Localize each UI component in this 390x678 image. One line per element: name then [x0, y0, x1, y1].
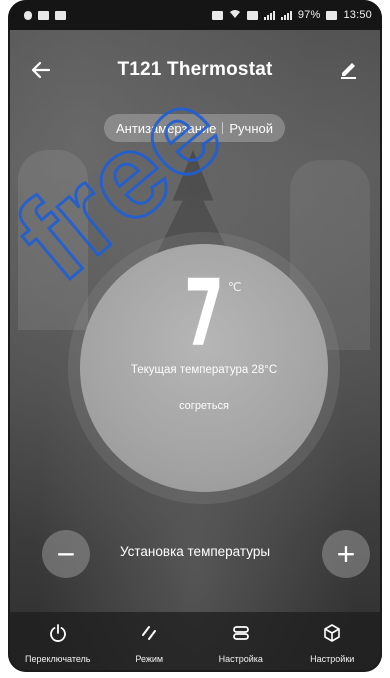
nav-item-adjust[interactable]: Настройка	[195, 612, 287, 672]
nav-label-adjust: Настройка	[218, 654, 263, 664]
wifi-icon	[229, 9, 241, 22]
status-bar: 97% 13:50	[8, 0, 382, 30]
back-button[interactable]	[28, 58, 54, 82]
page-title: T121 Thermostat	[117, 59, 273, 80]
sim-icon	[246, 10, 258, 20]
clock: 13:50	[343, 9, 372, 21]
device-screen: 97% 13:50 T121 Thermostat Антизамерзание…	[8, 0, 382, 672]
signal-icon-2	[280, 10, 292, 20]
mode-manual: Ручной	[229, 120, 273, 136]
mode-indicator[interactable]: Антизамерзание Ручной	[104, 114, 285, 142]
battery-percent: 97%	[297, 9, 321, 21]
increase-temperature-button[interactable]: +	[322, 530, 370, 578]
mode-divider	[222, 122, 224, 134]
app-header: T121 Thermostat	[8, 52, 382, 88]
status-right: 97% 13:50	[211, 9, 372, 22]
temperature-dial: 7 ℃ Текущая температура 28°C согреться	[80, 244, 328, 492]
temperature-unit: ℃	[228, 280, 242, 294]
set-temperature-value: 7	[184, 260, 224, 367]
nav-label-mode: Режим	[135, 654, 164, 664]
nav-item-settings[interactable]: Настройки	[287, 612, 379, 672]
phone-icon	[24, 10, 32, 20]
background-window-left	[18, 150, 88, 330]
nav-label-settings: Настройки	[310, 654, 355, 664]
mode-antifreeze: Антизамерзание	[116, 120, 217, 136]
arrow-left-icon	[31, 61, 51, 79]
nav-label-switch: Переключатель	[25, 654, 91, 664]
adjust-icon	[230, 622, 252, 644]
settings-cube-icon	[321, 622, 343, 644]
mode-icon	[138, 622, 160, 644]
image-icon	[55, 10, 66, 20]
status-left	[24, 10, 66, 20]
bottom-navigation: Переключатель Режим Настройка Настройки	[8, 612, 382, 672]
notification-icon	[211, 10, 223, 20]
nav-item-mode[interactable]: Режим	[104, 612, 196, 672]
plus-icon: +	[336, 536, 356, 572]
pencil-icon	[341, 63, 356, 79]
power-icon	[47, 622, 69, 644]
message-icon	[38, 10, 49, 20]
edit-button[interactable]	[338, 58, 362, 82]
heating-status: согреться	[179, 400, 229, 412]
current-temperature: Текущая температура 28°C	[130, 364, 278, 376]
signal-icon	[263, 10, 275, 20]
battery-icon	[326, 10, 338, 20]
nav-item-switch[interactable]: Переключатель	[12, 612, 104, 672]
